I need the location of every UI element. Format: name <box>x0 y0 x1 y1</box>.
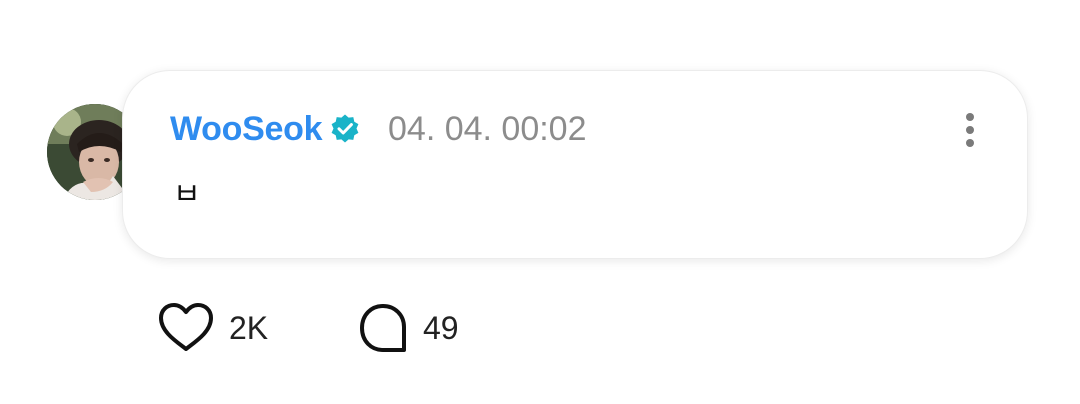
comment-count: 49 <box>423 310 459 346</box>
like-button[interactable]: 2K <box>157 300 268 356</box>
post-screen: WooSeok 04. 04. 00:02 ㅂ 2K 49 <box>0 0 1080 404</box>
like-count: 2K <box>229 310 269 346</box>
verified-badge-icon <box>331 114 359 143</box>
post-timestamp: 04. 04. 00:02 <box>388 110 587 148</box>
comment-button[interactable]: 49 <box>357 300 459 356</box>
author-name[interactable]: WooSeok <box>170 109 322 149</box>
heart-outline-icon <box>159 303 213 351</box>
more-vertical-icon[interactable] <box>955 111 985 151</box>
post-message: ㅂ <box>173 178 201 211</box>
speech-bubble-outline-icon <box>360 304 406 352</box>
post-card: WooSeok 04. 04. 00:02 ㅂ <box>122 70 1028 259</box>
